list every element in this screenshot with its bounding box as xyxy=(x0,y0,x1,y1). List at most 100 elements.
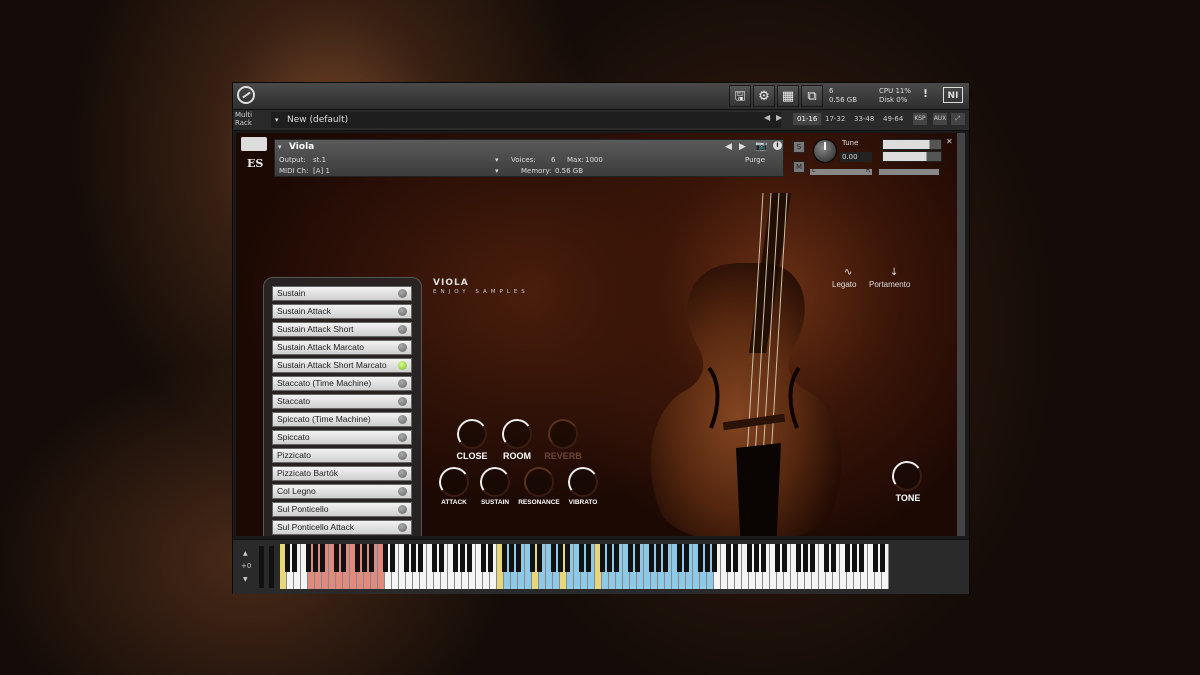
black-key[interactable] xyxy=(614,544,619,572)
alert-icon[interactable]: ! xyxy=(923,88,928,99)
black-key[interactable] xyxy=(334,544,339,572)
articulation-item[interactable]: Spiccato (Time Machine) xyxy=(272,412,412,427)
rack-dropdown-icon[interactable]: ▾ xyxy=(275,112,279,128)
volume-meter-left[interactable] xyxy=(882,139,942,150)
black-key[interactable] xyxy=(705,544,710,572)
octave-down-icon[interactable]: ▼ xyxy=(243,576,248,583)
black-key[interactable] xyxy=(390,544,395,572)
black-key[interactable] xyxy=(677,544,682,572)
prev-instrument-icon[interactable]: ◀ xyxy=(725,142,732,152)
black-key[interactable] xyxy=(712,544,717,572)
gear-icon[interactable]: ⚙ xyxy=(753,85,775,107)
ksp-button[interactable]: KSP xyxy=(913,113,927,125)
tone-knob[interactable] xyxy=(889,458,925,494)
black-key[interactable] xyxy=(558,544,563,572)
rack-scrollbar[interactable] xyxy=(957,133,965,536)
black-key[interactable] xyxy=(509,544,514,572)
attack-knob[interactable] xyxy=(436,464,472,500)
black-key[interactable] xyxy=(467,544,472,572)
vibrato-knob[interactable] xyxy=(565,464,601,500)
legato-label[interactable]: Legato xyxy=(832,280,856,289)
aux-button[interactable]: AUX xyxy=(933,113,947,125)
rack-tab-01-16[interactable]: 01-16 xyxy=(793,113,822,125)
black-key[interactable] xyxy=(656,544,661,572)
window-icon[interactable]: ⧉ xyxy=(801,85,823,107)
black-key[interactable] xyxy=(341,544,346,572)
articulation-item[interactable]: Sul Ponticello Attack xyxy=(272,520,412,535)
black-key[interactable] xyxy=(635,544,640,572)
instrument-collapse-icon[interactable]: ▾ xyxy=(278,143,282,151)
tune-value[interactable]: 0.00 xyxy=(840,152,872,162)
black-key[interactable] xyxy=(362,544,367,572)
view-layout-icon[interactable]: ▦ xyxy=(777,85,799,107)
black-key[interactable] xyxy=(369,544,374,572)
articulation-item[interactable]: Sustain xyxy=(272,286,412,301)
midi-value[interactable]: [A] 1 xyxy=(313,167,330,175)
black-key[interactable] xyxy=(803,544,808,572)
black-key[interactable] xyxy=(383,544,388,572)
pitch-wheel[interactable] xyxy=(259,546,264,588)
black-key[interactable] xyxy=(684,544,689,572)
black-key[interactable] xyxy=(488,544,493,572)
wrench-icon[interactable] xyxy=(241,137,267,151)
legato-icon[interactable]: ∿ xyxy=(844,267,852,278)
black-key[interactable] xyxy=(761,544,766,572)
resonance-knob[interactable] xyxy=(521,464,557,500)
mute-button[interactable]: M xyxy=(793,161,805,173)
portamento-icon[interactable]: ↓ xyxy=(890,267,898,278)
black-key[interactable] xyxy=(285,544,290,572)
articulation-item[interactable]: Sustain Attack Marcato xyxy=(272,340,412,355)
black-key[interactable] xyxy=(313,544,318,572)
black-key[interactable] xyxy=(775,544,780,572)
rack-tab-49-64[interactable]: 49-64 xyxy=(879,113,907,125)
black-key[interactable] xyxy=(747,544,752,572)
rack-next-icon[interactable]: ▶ xyxy=(776,113,782,122)
black-key[interactable] xyxy=(502,544,507,572)
black-key[interactable] xyxy=(292,544,297,572)
multi-rack-name[interactable]: ▾ New (default) xyxy=(271,112,781,128)
articulation-item[interactable]: Col Legno xyxy=(272,484,412,499)
black-key[interactable] xyxy=(649,544,654,572)
camera-icon[interactable]: 📷 xyxy=(755,141,767,152)
rack-prev-icon[interactable]: ◀ xyxy=(764,113,770,122)
max-value[interactable]: 1000 xyxy=(585,156,603,164)
reverb-knob[interactable] xyxy=(545,416,581,452)
black-key[interactable] xyxy=(516,544,521,572)
black-key[interactable] xyxy=(565,544,570,572)
black-key[interactable] xyxy=(481,544,486,572)
articulation-item[interactable]: Sustain Attack Short Marcato xyxy=(272,358,412,373)
black-key[interactable] xyxy=(551,544,556,572)
solo-button[interactable]: S xyxy=(793,141,805,153)
black-key[interactable] xyxy=(404,544,409,572)
portamento-label[interactable]: Portamento xyxy=(869,280,910,289)
articulation-item[interactable]: Pizzicato Bartók xyxy=(272,466,412,481)
articulation-item[interactable]: Sustain Attack xyxy=(272,304,412,319)
black-key[interactable] xyxy=(579,544,584,572)
black-key[interactable] xyxy=(628,544,633,572)
black-key[interactable] xyxy=(306,544,311,572)
articulation-item[interactable]: Staccato (Time Machine) xyxy=(272,376,412,391)
black-key[interactable] xyxy=(663,544,668,572)
articulation-item[interactable]: Sul Ponticello xyxy=(272,502,412,517)
close-instrument-icon[interactable]: ✕ xyxy=(946,137,953,146)
sustain-knob[interactable] xyxy=(477,464,513,500)
output-dropdown-icon[interactable]: ▾ xyxy=(495,156,499,164)
next-instrument-icon[interactable]: ▶ xyxy=(739,142,746,152)
mod-wheel[interactable] xyxy=(269,546,274,588)
volume-slider[interactable] xyxy=(879,169,939,175)
black-key[interactable] xyxy=(845,544,850,572)
volume-meter-right[interactable] xyxy=(882,151,942,162)
black-key[interactable] xyxy=(859,544,864,572)
pan-slider[interactable] xyxy=(810,169,872,175)
output-value[interactable]: st.1 xyxy=(313,156,326,164)
close-knob[interactable] xyxy=(454,416,490,452)
black-key[interactable] xyxy=(411,544,416,572)
save-icon[interactable]: 🖫 xyxy=(729,85,751,107)
articulation-item[interactable]: Sustain Attack Short xyxy=(272,322,412,337)
black-key[interactable] xyxy=(460,544,465,572)
room-knob[interactable] xyxy=(499,416,535,452)
tune-knob[interactable] xyxy=(813,139,837,163)
rack-tab-33-48[interactable]: 33-48 xyxy=(850,113,878,125)
black-key[interactable] xyxy=(698,544,703,572)
black-key[interactable] xyxy=(432,544,437,572)
